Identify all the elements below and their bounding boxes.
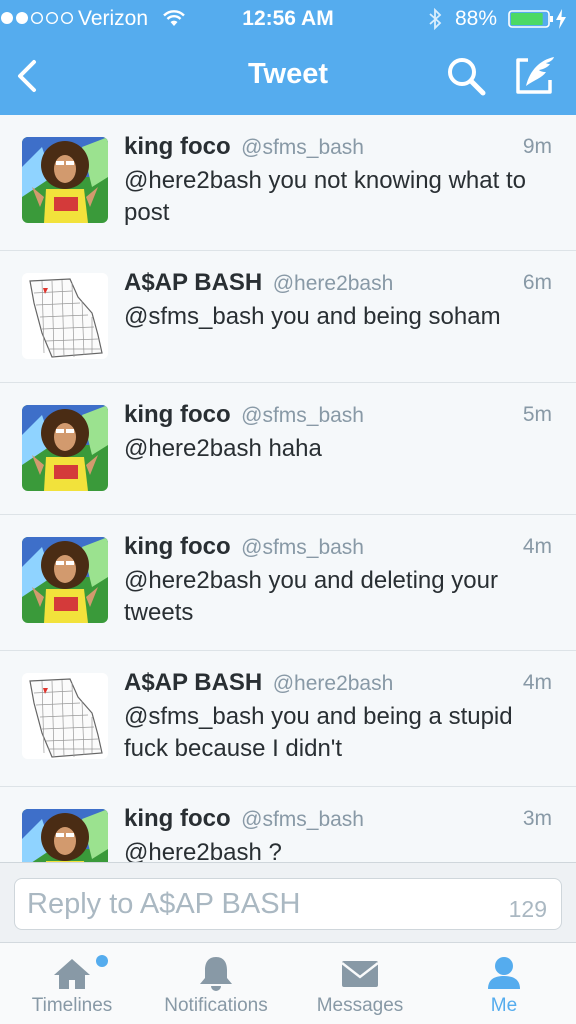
tweet-header: A$AP BASH @here2bash 6m <box>124 269 554 301</box>
person-avatar-image <box>22 809 108 862</box>
avatar[interactable] <box>22 809 108 862</box>
bluetooth-icon <box>429 8 442 30</box>
avatar[interactable] <box>22 673 108 759</box>
tab-notifications[interactable]: Notifications <box>150 943 282 1024</box>
tweet-header: A$AP BASH @here2bash 4m <box>124 669 554 701</box>
tweet-timestamp: 6m <box>522 271 552 294</box>
battery-percent: 88% <box>455 7 498 30</box>
tweet-author-name[interactable]: king foco <box>124 133 231 160</box>
tweet-header: king foco @sfms_bash 3m <box>124 805 554 837</box>
unread-indicator <box>96 955 108 967</box>
tweet-cell[interactable]: king foco @sfms_bash 4m @here2bash you a… <box>0 515 576 651</box>
tab-me[interactable]: Me <box>456 943 552 1024</box>
tab-label: Me <box>490 995 518 1016</box>
bell-icon <box>200 957 232 991</box>
tweet-cell[interactable]: king foco @sfms_bash 5m @here2bash haha <box>0 383 576 515</box>
reply-char-count: 129 <box>508 896 547 922</box>
tweet-cell[interactable]: A$AP BASH @here2bash 4m @sfms_bash you a… <box>0 651 576 787</box>
tweet-header: king foco @sfms_bash 4m <box>124 533 554 565</box>
tweet-text: @here2bash you not knowing what to post <box>124 167 526 226</box>
header: Verizon 12:56 AM 88% Tweet <box>0 0 576 115</box>
tweet-cell[interactable]: king foco @sfms_bash 9m @here2bash you n… <box>0 115 576 251</box>
tweet-text: @here2bash haha <box>124 435 322 462</box>
tab-messages[interactable]: Messages <box>302 943 418 1024</box>
reply-input[interactable]: Reply to A$AP BASH 129 <box>14 878 562 930</box>
avatar[interactable] <box>22 405 108 491</box>
tweet-header: king foco @sfms_bash 5m <box>124 401 554 433</box>
nav-bar: Tweet <box>0 38 576 115</box>
tweet-text: @here2bash you and deleting your tweets <box>124 567 498 626</box>
tweet-author-name[interactable]: A$AP BASH <box>124 669 262 696</box>
tweet-author-name[interactable]: king foco <box>124 533 231 560</box>
tweet-text: @sfms_bash you and being a stupid fuck b… <box>124 703 513 762</box>
tweet-cell[interactable]: king foco @sfms_bash 3m @here2bash ? <box>0 787 576 862</box>
compose-icon[interactable] <box>512 54 558 98</box>
avatar[interactable] <box>22 537 108 623</box>
tweet-author-name[interactable]: A$AP BASH <box>124 269 262 296</box>
tweet-list[interactable]: king foco @sfms_bash 9m @here2bash you n… <box>0 115 576 862</box>
battery-icon <box>508 10 553 28</box>
reply-bar: Reply to A$AP BASH 129 <box>0 862 576 942</box>
tab-bar: Timelines Notifications Messages Me <box>0 942 576 1024</box>
tab-label: Messages <box>316 995 404 1016</box>
tweet-author-handle: @sfms_bash <box>241 404 364 427</box>
avatar[interactable] <box>22 273 108 359</box>
tweet-author-handle: @here2bash <box>272 272 394 295</box>
tweet-timestamp: 3m <box>522 807 552 830</box>
tweet-cell[interactable]: A$AP BASH @here2bash 6m @sfms_bash you a… <box>0 251 576 383</box>
tweet-timestamp: 5m <box>522 403 552 426</box>
tweet-text: @sfms_bash you and being soham <box>124 303 501 330</box>
tweet-timestamp: 9m <box>522 135 552 158</box>
tweet-author-handle: @sfms_bash <box>241 536 364 559</box>
envelope-icon <box>341 961 379 987</box>
tweet-author-name[interactable]: king foco <box>124 805 231 832</box>
map-avatar-image <box>22 273 108 359</box>
person-avatar-image <box>22 537 108 623</box>
avatar[interactable] <box>22 137 108 223</box>
reply-placeholder: Reply to A$AP BASH <box>27 888 301 920</box>
home-icon <box>54 959 90 989</box>
tweet-author-handle: @here2bash <box>272 672 394 695</box>
tab-timelines[interactable]: Timelines <box>14 943 130 1024</box>
tweet-author-name[interactable]: king foco <box>124 401 231 428</box>
status-bar: Verizon 12:56 AM 88% <box>0 0 576 38</box>
person-icon <box>488 957 520 989</box>
person-avatar-image <box>22 405 108 491</box>
tweet-timestamp: 4m <box>522 671 552 694</box>
tweet-author-handle: @sfms_bash <box>241 808 364 831</box>
tab-label: Timelines <box>31 995 113 1016</box>
tab-label: Notifications <box>164 995 268 1016</box>
map-avatar-image <box>22 673 108 759</box>
person-avatar-image <box>22 137 108 223</box>
search-icon[interactable] <box>444 54 488 98</box>
tweet-text: @here2bash ? <box>124 839 282 862</box>
tweet-timestamp: 4m <box>522 535 552 558</box>
tweet-author-handle: @sfms_bash <box>241 136 364 159</box>
page-title: Tweet <box>247 58 329 90</box>
tweet-header: king foco @sfms_bash 9m <box>124 133 554 165</box>
charging-icon <box>556 9 566 29</box>
